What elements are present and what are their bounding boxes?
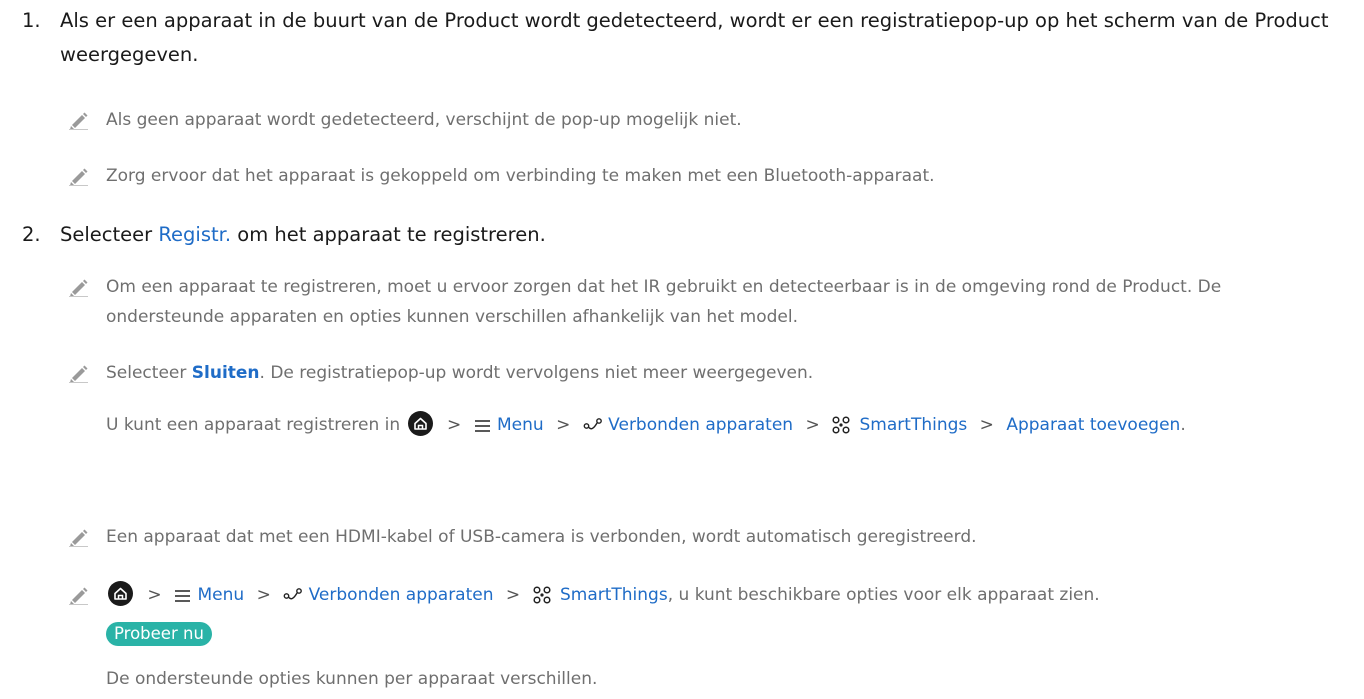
pencil-icon <box>68 522 106 552</box>
pencil-icon <box>68 161 106 191</box>
path-separator: > <box>256 585 271 605</box>
options-note: De ondersteunde opties kunnen per appara… <box>106 669 598 689</box>
pencil-icon <box>68 272 106 302</box>
note-text: Selecteer Sluiten. De registratiepop-up … <box>106 358 1340 388</box>
menu-icon <box>174 584 192 614</box>
connected-devices-link[interactable]: Verbonden apparaten <box>608 415 793 435</box>
registr-link[interactable]: Registr. <box>158 223 231 246</box>
note-smartthings-options: > Menu > Verbonden apparaten > SmartThin… <box>68 580 1340 616</box>
path-separator: > <box>446 415 462 435</box>
path-separator: > <box>505 585 521 605</box>
connected-devices-icon <box>583 414 603 444</box>
menu-link[interactable]: Menu <box>197 585 244 605</box>
path-intro: U kunt een apparaat registreren in <box>106 415 401 435</box>
home-icon[interactable] <box>407 411 433 446</box>
pencil-icon <box>68 105 106 135</box>
connected-devices-link[interactable]: Verbonden apparaten <box>309 585 494 605</box>
path-separator: > <box>147 585 162 605</box>
add-device-link[interactable]: Apparaat toevoegen <box>1006 415 1180 435</box>
note-hdmi: Een apparaat dat met een HDMI-kabel of U… <box>68 522 1340 552</box>
note-text: Zorg ervoor dat het apparaat is gekoppel… <box>106 166 935 186</box>
pencil-icon <box>68 358 106 388</box>
step-text: Selecteer Registr. om het apparaat te re… <box>60 218 1334 252</box>
sluiten-link[interactable]: Sluiten <box>192 363 260 383</box>
connected-devices-icon <box>283 584 303 614</box>
try-now-button[interactable]: Probeer nu <box>106 622 212 646</box>
pencil-icon <box>68 580 106 610</box>
note-close: Selecteer Sluiten. De registratiepop-up … <box>68 358 1340 388</box>
path-separator: > <box>979 415 994 435</box>
path-separator: > <box>556 415 571 435</box>
note-text: > Menu > Verbonden apparaten > SmartThin… <box>106 580 1340 616</box>
menu-link[interactable]: Menu <box>497 415 544 435</box>
home-icon[interactable] <box>108 581 133 616</box>
manual-page: 1. Als er een apparaat in de buurt van d… <box>0 0 1364 699</box>
step-number: 1. <box>22 9 41 32</box>
note-no-device: Als geen apparaat wordt gedetecteerd, ve… <box>68 105 1340 135</box>
step-text-before: Selecteer <box>60 223 159 246</box>
close-text-after: . De registratiepop-up wordt vervolgens … <box>259 363 814 383</box>
step-1: 1. Als er een apparaat in de buurt van d… <box>22 4 1334 72</box>
note-text: Om een apparaat te registreren, moet u e… <box>106 277 1222 327</box>
close-text-before: Selecteer <box>106 363 192 383</box>
note-bluetooth: Zorg ervoor dat het apparaat is gekoppel… <box>68 161 1340 191</box>
path-separator: > <box>805 415 820 435</box>
smartthings-link[interactable]: SmartThings <box>860 415 968 435</box>
register-path-text: U kunt een apparaat registreren in > Men… <box>106 410 1340 446</box>
path-suffix: , u kunt beschikbare opties voor elk app… <box>667 585 1100 605</box>
note-text: Als geen apparaat wordt gedetecteerd, ve… <box>106 110 742 130</box>
step-2: 2. Selecteer Registr. om het apparaat te… <box>22 218 1334 252</box>
smartthings-link[interactable]: SmartThings <box>560 585 668 605</box>
note-text: Een apparaat dat met een HDMI-kabel of U… <box>106 527 977 547</box>
step-number: 2. <box>22 223 41 246</box>
step-text-after: om het apparaat te registreren. <box>231 223 546 246</box>
smartthings-icon <box>832 414 854 444</box>
note-ir: Om een apparaat te registreren, moet u e… <box>68 272 1340 332</box>
menu-icon <box>474 414 492 444</box>
step-text: Als er een apparaat in de buurt van de P… <box>60 9 1329 66</box>
smartthings-icon <box>533 584 555 614</box>
